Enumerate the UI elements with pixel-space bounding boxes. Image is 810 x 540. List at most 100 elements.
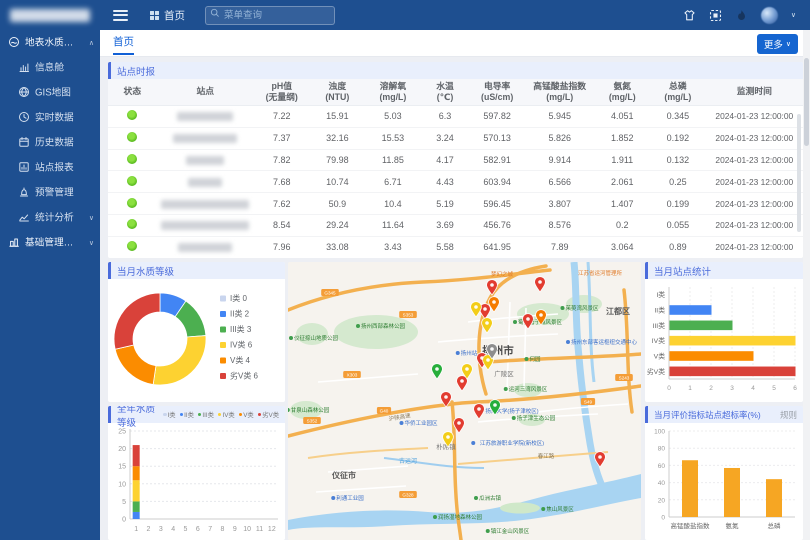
legend-item[interactable]: II类 2 (220, 309, 250, 319)
map-label: 焦山风景区 (541, 505, 574, 513)
map-label: 瓜洲古镇 (474, 494, 501, 502)
more-button[interactable]: 更多∨ (757, 34, 798, 54)
map-label: 仪征市 (331, 470, 356, 480)
chart-legend: I类 II类 III类 IV类 V类劣V类 (163, 410, 279, 419)
legend-item[interactable]: III类 (198, 410, 214, 419)
collapse-menu-icon[interactable] (113, 10, 128, 21)
sidebar-item[interactable]: 信息舱 (0, 55, 100, 80)
sidebar-item[interactable]: 历史数据 (0, 130, 100, 155)
svg-text:X303: X303 (347, 372, 358, 377)
sidebar-group[interactable]: 地表水质量监测系统∧ (0, 30, 100, 55)
chevron-down-icon: ∨ (89, 239, 94, 247)
app-window: 地表水质量监测系统∧信息舱GIS地图实时数据历史数据站点报表预警管理统计分析∨基… (0, 0, 810, 540)
cell: 3.064 (594, 236, 650, 258)
flame-icon[interactable] (735, 9, 748, 22)
search-input[interactable] (205, 6, 335, 25)
svg-text:劣V类 6: 劣V类 6 (230, 371, 259, 381)
monthly-grade-panel: 当月水质等级 I类 0II类 2III类 3IV类 6V类 4劣V类 6 (108, 262, 285, 402)
cell: 7.22 (254, 105, 310, 127)
road-badge: G345 (321, 289, 339, 296)
status-ok-dot (127, 132, 137, 142)
station-map[interactable]: G345S353X303S352G40G328S243S49 扬州市江都区仪征市… (288, 262, 641, 540)
legend-item[interactable]: V类 (239, 410, 254, 419)
chevron-down-icon[interactable]: ∨ (791, 11, 796, 19)
screenshot-layout-icon[interactable] (709, 9, 722, 22)
sidebar-item[interactable]: 统计分析∨ (0, 205, 100, 230)
station-name-redacted (173, 134, 237, 143)
sidebar-group[interactable]: 基础管理系统∨ (0, 230, 100, 255)
svg-text:III类: III类 (653, 321, 666, 330)
station-name-redacted (186, 156, 224, 165)
cell: 5.826 (525, 127, 595, 149)
column-header: pH值(无量纲) (254, 79, 310, 105)
globe-icon (18, 86, 31, 99)
svg-text:6: 6 (196, 526, 200, 533)
svg-text:利通工业园: 利通工业园 (336, 494, 364, 502)
cell: 2024-01-23 12:00:00 (706, 149, 803, 171)
cell: 11.85 (365, 149, 421, 171)
svg-text:扬子津生态公园: 扬子津生态公园 (517, 414, 556, 422)
table-row: 7.6810.746.714.43603.946.5662.0610.25202… (108, 171, 803, 193)
user-avatar[interactable] (761, 7, 778, 24)
map-canvas[interactable]: G345S353X303S352G40G328S243S49 扬州市江都区仪征市… (288, 262, 641, 540)
main-area: 首页 更多∨ 站点时报 状态站点pH值(无量纲)浊度(NTU)溶解氧(mg/L)… (100, 30, 810, 540)
map-label: 润扬湿地森林公园 (433, 513, 482, 521)
legend-item[interactable]: I类 (163, 410, 176, 419)
legend-item[interactable]: IV类 6 (220, 340, 253, 350)
station-table: 状态站点pH值(无量纲)浊度(NTU)溶解氧(mg/L)水温(℃)电导率(uS/… (108, 79, 803, 258)
sidebar-item-label: 统计分析 (35, 211, 83, 225)
report-icon (18, 161, 31, 174)
svg-text:S352: S352 (307, 418, 318, 423)
legend-item[interactable]: 劣V类 6 (220, 371, 259, 381)
svg-text:4: 4 (751, 385, 755, 392)
legend-item[interactable]: IV类 (218, 410, 235, 419)
page-scrollbar[interactable] (803, 30, 810, 540)
svg-text:4: 4 (171, 526, 175, 533)
legend-item[interactable]: III类 3 (220, 324, 252, 334)
map-label: 镇江金山风景区 (486, 527, 530, 535)
cell: 7.82 (254, 149, 310, 171)
table-scrollbar[interactable] (797, 114, 801, 232)
map-label: 扬州东部客运枢纽交通中心 (566, 338, 637, 346)
system-icon (8, 36, 21, 49)
svg-text:5: 5 (772, 385, 776, 392)
map-label: 茱萸湾风景区 (561, 304, 599, 312)
station-table-body: 7.2215.915.036.3597.825.9454.0510.345202… (108, 105, 803, 258)
cell: 1.852 (594, 127, 650, 149)
cell: 0.132 (650, 149, 706, 171)
theme-shirt-icon[interactable] (683, 9, 696, 22)
svg-text:5: 5 (184, 526, 188, 533)
sidebar-item[interactable]: 预警管理 (0, 180, 100, 205)
svg-text:氨氮: 氨氮 (726, 521, 740, 530)
svg-text:劣V类: 劣V类 (647, 367, 665, 376)
svg-text:扬州东部客运枢纽交通中心: 扬州东部客运枢纽交通中心 (571, 338, 638, 346)
sidebar-item[interactable]: 站点报表 (0, 155, 100, 180)
rules-link[interactable]: 规则 (780, 409, 797, 421)
history-icon (18, 136, 31, 149)
sidebar-item[interactable]: 实时数据 (0, 105, 100, 130)
legend-item[interactable]: I类 0 (220, 293, 247, 303)
svg-text:11: 11 (256, 526, 263, 533)
breadcrumb[interactable]: 首页 (150, 8, 185, 23)
exceed-rate-bar-chart: 020406080100高锰酸盐指数氨氮总磷 (645, 423, 803, 540)
road-badge: X303 (343, 371, 361, 378)
legend-item[interactable]: V类 4 (220, 355, 251, 365)
cell: 7.89 (525, 236, 595, 258)
tab-home[interactable]: 首页 (113, 30, 134, 55)
legend-item[interactable]: II类 (180, 410, 194, 419)
topbar-actions: ∨ (683, 7, 796, 24)
svg-text:高锰酸盐指数: 高锰酸盐指数 (671, 521, 711, 530)
svg-text:镇江金山风景区: 镇江金山风景区 (491, 527, 530, 535)
map-label: 江苏旅游职业学院(新校区) (471, 439, 544, 447)
svg-text:S243: S243 (619, 375, 630, 380)
svg-text:3: 3 (730, 385, 734, 392)
map-label: 华侨工业园区 (400, 419, 438, 427)
cell: 0.25 (650, 171, 706, 193)
svg-text:1: 1 (688, 385, 692, 392)
sidebar-item[interactable]: GIS地图 (0, 80, 100, 105)
cell: 0.055 (650, 214, 706, 236)
cell: 1.407 (594, 193, 650, 215)
svg-text:1: 1 (134, 526, 138, 533)
svg-text:IV类 6: IV类 6 (230, 340, 253, 350)
legend-item[interactable]: 劣V类 (258, 410, 279, 419)
